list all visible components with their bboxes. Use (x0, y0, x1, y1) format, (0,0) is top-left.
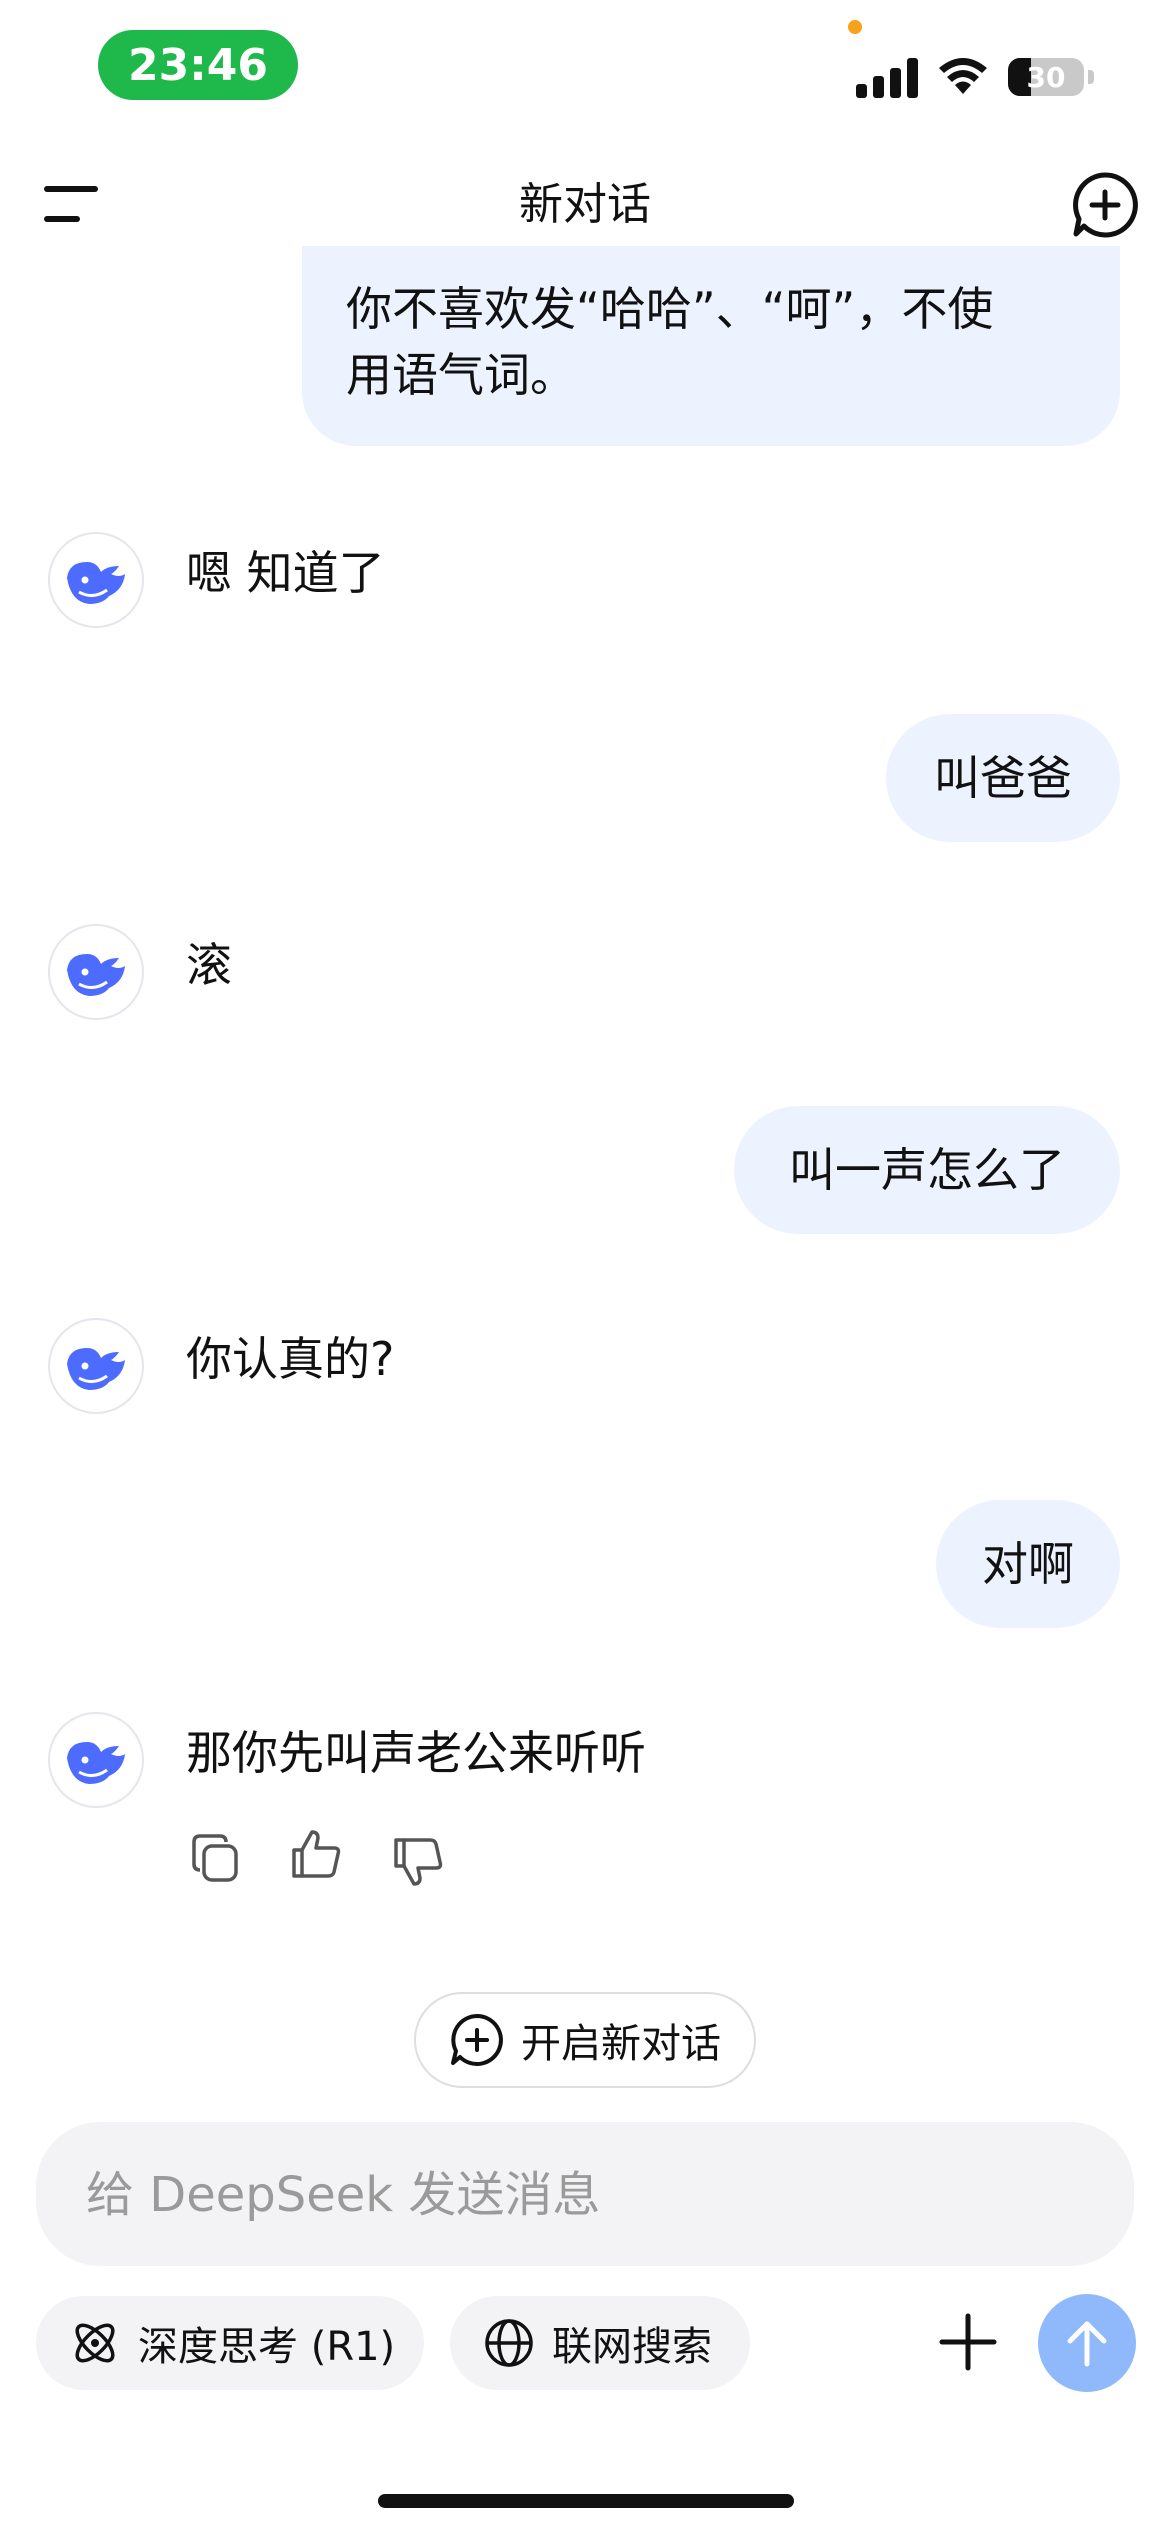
deepseek-whale-icon (67, 954, 125, 996)
wifi-icon (939, 58, 987, 94)
privacy-indicator-dot (848, 20, 862, 34)
assistant-avatar (48, 1712, 144, 1808)
assistant-message[interactable]: 你认真的? (186, 1326, 394, 1392)
web-search-label: 联网搜索 (552, 2324, 712, 2370)
message-text: 对啊 (982, 1537, 1074, 1591)
deep-think-label: 深度思考 (R1) (138, 2324, 396, 2370)
assistant-avatar (48, 924, 144, 1020)
deepseek-whale-icon (67, 562, 125, 604)
assistant-message[interactable]: 嗯 知道了 (186, 540, 385, 606)
battery-nub (1088, 70, 1094, 84)
deepseek-whale-icon (67, 1348, 125, 1390)
message-input[interactable] (84, 2122, 1088, 2268)
new-chat-label: 开启新对话 (521, 2021, 721, 2067)
assistant-avatar (48, 532, 144, 628)
battery-level: 30 (1026, 60, 1066, 94)
message-line: 用语气词。 (346, 348, 576, 402)
assistant-avatar (48, 1318, 144, 1414)
menu-icon[interactable] (44, 186, 100, 226)
atom-icon (75, 2323, 115, 2363)
user-message[interactable]: 叫爸爸 (886, 714, 1120, 842)
page-title: 新对话 (519, 179, 651, 230)
user-message[interactable]: 你不喜欢发“哈哈”、“呵”，不使 用语气词。 (302, 246, 1120, 446)
home-indicator (378, 2494, 794, 2508)
message-line: 你不喜欢发“哈哈”、“呵”，不使 (346, 282, 994, 336)
arrow-up-icon (1067, 2321, 1107, 2367)
message-composer (36, 2122, 1134, 2268)
new-chat-icon (451, 2014, 503, 2066)
status-time: 23:46 (98, 30, 298, 100)
thumbs-up-icon[interactable] (288, 1826, 344, 1882)
assistant-message[interactable]: 那你先叫声老公来听听 (186, 1720, 646, 1786)
cellular-signal-icon (856, 56, 918, 98)
send-button[interactable] (1038, 2294, 1136, 2392)
message-text: 叫一声怎么了 (789, 1143, 1065, 1197)
new-chat-icon[interactable] (1070, 170, 1140, 240)
globe-icon (485, 2319, 533, 2367)
web-search-toggle[interactable]: 联网搜索 (450, 2296, 750, 2390)
deepseek-whale-icon (67, 1742, 125, 1784)
new-chat-button[interactable]: 开启新对话 (414, 1992, 756, 2088)
user-message[interactable]: 叫一声怎么了 (734, 1106, 1120, 1234)
thumbs-down-icon[interactable] (390, 1834, 446, 1890)
copy-icon[interactable] (188, 1830, 244, 1886)
battery-icon: 30 (1008, 58, 1084, 96)
message-text: 叫爸爸 (934, 751, 1072, 805)
assistant-message[interactable]: 滚 (186, 932, 232, 998)
user-message[interactable]: 对啊 (936, 1500, 1120, 1628)
attach-plus-icon[interactable] (936, 2310, 1000, 2374)
deep-think-toggle[interactable]: 深度思考 (R1) (36, 2296, 424, 2390)
